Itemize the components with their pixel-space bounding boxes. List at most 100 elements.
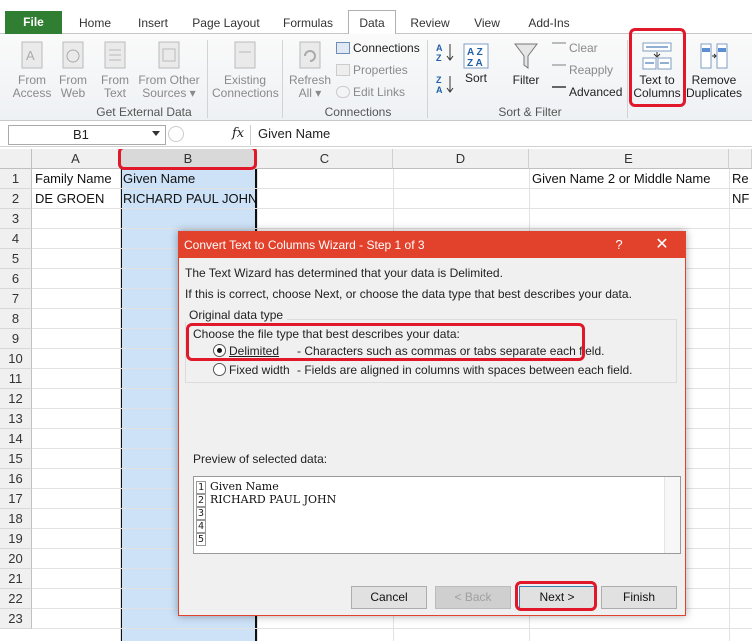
cell-b2[interactable]: RICHARD PAUL JOHN [120, 189, 257, 209]
preview-box[interactable]: 1 Given Name 2 RICHARD PAUL JOHN 3 4 5 [193, 476, 681, 554]
row-header[interactable]: 7 [0, 289, 32, 309]
column-header-d[interactable]: D [393, 149, 529, 169]
column-header-f[interactable] [729, 149, 752, 169]
row-header[interactable]: 21 [0, 569, 32, 589]
preview-line: Given Name [210, 480, 279, 493]
text-file-icon [104, 41, 126, 69]
sort-descending-button[interactable]: ZA [434, 74, 458, 97]
preview-row-number: 1 [196, 481, 206, 494]
properties-button[interactable]: Properties [336, 62, 408, 78]
properties-label: Properties [353, 63, 408, 77]
select-all-corner[interactable] [0, 149, 32, 169]
group-label-get-external-data: Get External Data [96, 105, 192, 119]
refresh-label-2: All ▾ [298, 86, 322, 100]
preview-vertical-scrollbar[interactable] [664, 477, 680, 553]
formula-bar: B1 fx Given Name [0, 123, 752, 147]
row-header[interactable]: 10 [0, 349, 32, 369]
row-header[interactable]: 23 [0, 609, 32, 629]
row-header[interactable]: 2 [0, 189, 32, 209]
row-header[interactable]: 1 [0, 169, 32, 189]
cell-e1[interactable]: Given Name 2 or Middle Name [529, 169, 710, 189]
row-header[interactable]: 18 [0, 509, 32, 529]
row-header[interactable]: 14 [0, 429, 32, 449]
from-text-button[interactable]: From Text [96, 40, 134, 100]
row-header[interactable]: 8 [0, 309, 32, 329]
from-other-sources-button[interactable]: From Other Sources ▾ [136, 40, 202, 100]
refresh-icon [299, 41, 321, 69]
chevron-down-icon[interactable] [152, 131, 160, 136]
clear-button[interactable]: Clear [552, 40, 598, 56]
tab-review[interactable]: Review [404, 13, 456, 34]
cell-a2[interactable]: DE GROEN [32, 189, 104, 209]
back-button[interactable]: < Back [435, 586, 511, 609]
row-header[interactable]: 9 [0, 329, 32, 349]
fixed-width-label[interactable]: Fixed width [229, 363, 290, 377]
column-header-c[interactable]: C [257, 149, 393, 169]
svg-text:Z A: Z A [467, 58, 483, 69]
column-header-e[interactable]: E [529, 149, 729, 169]
remove-duplicates-button[interactable]: Remove Duplicates [686, 40, 742, 100]
from-web-button[interactable]: From Web [54, 40, 92, 100]
row-header[interactable]: 15 [0, 449, 32, 469]
original-data-type-legend: Original data type [185, 308, 288, 322]
row-header[interactable]: 16 [0, 469, 32, 489]
row-header[interactable]: 17 [0, 489, 32, 509]
row-header[interactable]: 22 [0, 589, 32, 609]
filter-button[interactable]: Filter [506, 40, 546, 87]
tab-file[interactable]: File [5, 11, 62, 34]
highlight-text-to-columns [629, 28, 686, 107]
tab-insert[interactable]: Insert [128, 13, 178, 34]
preview-row-number: 5 [196, 533, 206, 546]
tab-formulas[interactable]: Formulas [276, 13, 340, 34]
tab-view[interactable]: View [464, 13, 510, 34]
close-icon[interactable]: ✕ [649, 232, 675, 258]
group-label-sort-filter: Sort & Filter [498, 105, 562, 119]
row-header[interactable]: 20 [0, 549, 32, 569]
formula-input[interactable]: Given Name [258, 126, 330, 141]
insert-function-icon[interactable]: fx [232, 126, 244, 141]
sort-ascending-button[interactable]: AZ [434, 42, 458, 65]
preview-label: Preview of selected data: [193, 452, 328, 466]
cell-f2[interactable]: NF [729, 189, 749, 209]
dialog-info-line-2: If this is correct, choose Next, or choo… [185, 287, 632, 301]
grid-line [32, 628, 752, 629]
row-header[interactable]: 4 [0, 229, 32, 249]
advanced-button[interactable]: Advanced [552, 84, 622, 100]
existing-connections-icon [234, 41, 256, 69]
fixed-width-radio[interactable] [213, 363, 226, 376]
help-icon[interactable]: ? [609, 232, 629, 258]
sort-button[interactable]: A ZZ A Sort [460, 42, 492, 85]
sort-az-icon: AZ [436, 43, 454, 63]
row-header[interactable]: 3 [0, 209, 32, 229]
existing-connections-button[interactable]: Existing Connections [212, 40, 279, 100]
row-header[interactable]: 11 [0, 369, 32, 389]
group-separator [427, 40, 428, 118]
reapply-button[interactable]: Reapply [552, 62, 613, 78]
cell-a1[interactable]: Family Name [32, 169, 112, 189]
cell-f1[interactable]: Re [729, 169, 749, 189]
clear-label: Clear [569, 41, 598, 55]
tab-home[interactable]: Home [70, 13, 120, 34]
refresh-all-button[interactable]: Refresh All ▾ [288, 40, 332, 100]
finish-button[interactable]: Finish [601, 586, 677, 609]
row-header[interactable]: 5 [0, 249, 32, 269]
row-header[interactable]: 13 [0, 409, 32, 429]
filter-label: Filter [512, 73, 540, 87]
connections-button[interactable]: Connections [336, 40, 420, 56]
cell-b1[interactable]: Given Name [120, 169, 195, 189]
chain-link-icon [336, 86, 350, 98]
tab-page-layout[interactable]: Page Layout [186, 13, 266, 34]
row-header[interactable]: 6 [0, 269, 32, 289]
column-header-a[interactable]: A [32, 149, 120, 169]
from-access-button[interactable]: A From Access [10, 40, 54, 100]
edit-links-button[interactable]: Edit Links [336, 84, 405, 100]
name-box[interactable]: B1 [8, 125, 166, 145]
row-header[interactable]: 12 [0, 389, 32, 409]
cancel-button[interactable]: Cancel [351, 586, 427, 609]
tab-data[interactable]: Data [348, 10, 396, 35]
from-web-label-2: Web [60, 86, 86, 100]
tab-add-ins[interactable]: Add-Ins [518, 13, 580, 34]
row-header[interactable]: 19 [0, 529, 32, 549]
svg-text:A: A [436, 43, 443, 53]
globe-page-icon [62, 41, 84, 69]
